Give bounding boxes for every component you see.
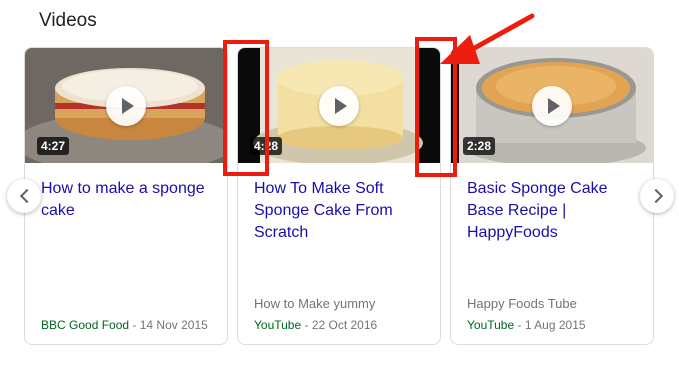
video-card[interactable]: 2:28 Basic Sponge Cake Base Recipe | Hap…	[450, 47, 654, 345]
video-source: BBC Good Food	[41, 318, 130, 332]
meta-separator: -	[514, 318, 525, 332]
play-icon[interactable]	[319, 85, 359, 126]
video-title-link[interactable]: Basic Sponge Cake Base Recipe | HappyFoo…	[467, 178, 645, 244]
carousel-prev-button[interactable]	[7, 179, 41, 213]
video-thumbnail[interactable]: 4:27	[25, 48, 227, 163]
video-duration: 4:27	[37, 137, 70, 155]
video-source: YouTube	[467, 318, 515, 332]
chevron-right-icon	[648, 188, 664, 204]
video-meta: YouTube - 1 Aug 2015	[467, 318, 586, 332]
play-icon[interactable]	[532, 85, 572, 126]
play-icon[interactable]	[106, 85, 146, 126]
section-title: Videos	[39, 10, 97, 31]
video-meta: BBC Good Food - 14 Nov 2015	[41, 318, 208, 332]
video-channel: How to Make yummy	[254, 296, 376, 311]
video-channel: Happy Foods Tube	[467, 296, 577, 311]
video-thumbnail[interactable]: 2:28	[451, 48, 653, 163]
video-duration: 2:28	[463, 137, 496, 155]
meta-separator: -	[129, 318, 140, 332]
video-title-link[interactable]: How to make a sponge cake	[41, 178, 219, 222]
carousel-next-button[interactable]	[640, 179, 674, 213]
chevron-left-icon	[19, 188, 35, 204]
video-date: 1 Aug 2015	[524, 318, 586, 332]
video-card[interactable]: 4:27 How to make a sponge cake BBC Good …	[24, 47, 228, 345]
video-date: 22 Oct 2016	[311, 318, 378, 332]
video-meta: YouTube - 22 Oct 2016	[254, 318, 377, 332]
annotation-highlight-box	[223, 40, 269, 176]
video-date: 14 Nov 2015	[139, 318, 208, 332]
annotation-highlight-box	[415, 37, 457, 177]
meta-separator: -	[301, 318, 312, 332]
video-title-link[interactable]: How To Make Soft Sponge Cake From Scratc…	[254, 178, 432, 244]
video-source: YouTube	[254, 318, 302, 332]
